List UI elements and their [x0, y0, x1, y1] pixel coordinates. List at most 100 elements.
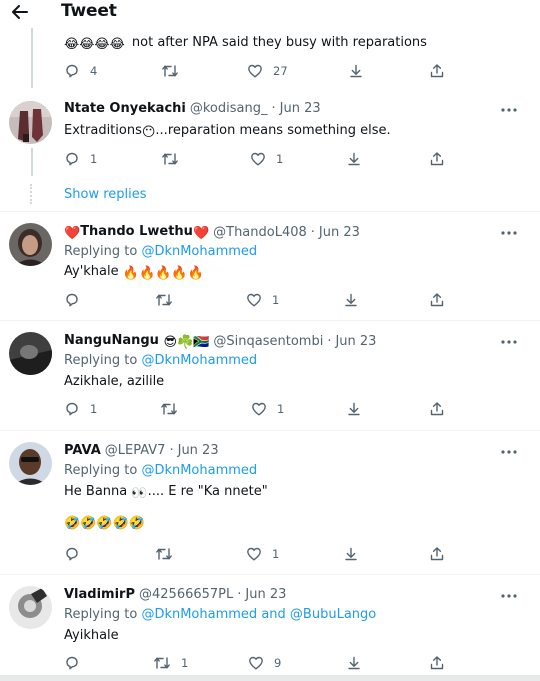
retweet-icon [162, 153, 178, 165]
bookmark-button[interactable] [343, 546, 359, 562]
replying-to: Replying to @DknMohammed and @BubuLango [64, 607, 377, 622]
more-button[interactable] [500, 589, 518, 603]
avatar[interactable] [9, 332, 52, 375]
user-handle[interactable]: @42566657PL [139, 587, 233, 602]
retweet-button[interactable] [155, 546, 173, 562]
like-button[interactable]: 1 [246, 292, 279, 308]
tweet-date[interactable]: Jun 23 [178, 443, 219, 458]
bookmark-button[interactable] [346, 401, 362, 417]
mention-link[interactable]: @DknMohammed [141, 353, 257, 368]
tweet-emoji: 😶 [141, 125, 156, 140]
reply-button[interactable]: 4 [64, 63, 97, 79]
user-handle[interactable]: @ThandoL408 [213, 225, 307, 240]
tweet-text: 😂😂😂😂 not after NPA said they busy with r… [64, 35, 427, 52]
bookmark-icon [345, 293, 357, 307]
back-button[interactable] [10, 2, 30, 22]
like-button[interactable]: 27 [247, 63, 288, 79]
retweet-button[interactable] [161, 151, 179, 167]
reply-button[interactable] [64, 292, 80, 308]
like-icon [247, 547, 261, 561]
user-name[interactable]: VladimirP [64, 587, 135, 602]
reply-button[interactable] [64, 655, 80, 671]
like-button[interactable]: 1 [246, 546, 279, 562]
more-button[interactable] [500, 445, 518, 459]
tweet-header: NanguNangu 😎☘️🇿🇦 @Sinqasentombi · Jun 23 [64, 333, 376, 350]
reply-icon [66, 402, 78, 416]
share-button[interactable] [429, 63, 445, 79]
retweet-icon [161, 403, 177, 415]
mention-link[interactable]: @BubuLango [290, 607, 376, 622]
bookmark-button[interactable] [346, 655, 362, 671]
back-arrow-icon [12, 5, 28, 19]
tweet-date[interactable]: Jun 23 [280, 101, 321, 116]
avatar[interactable] [9, 586, 52, 629]
tweet-emoji: 🔥🔥🔥🔥🔥 [122, 266, 204, 281]
like-count: 1 [276, 152, 284, 166]
more-button[interactable] [500, 103, 518, 117]
reply-icon [66, 547, 78, 561]
like-count: 1 [272, 547, 280, 561]
retweet-button[interactable] [161, 63, 179, 79]
share-button[interactable] [429, 655, 445, 671]
retweet-button[interactable] [155, 292, 173, 308]
reply-button[interactable] [64, 546, 80, 562]
user-handle[interactable]: @LEPAV7 [105, 443, 166, 458]
like-button[interactable]: 1 [250, 151, 283, 167]
retweet-button[interactable] [160, 401, 178, 417]
retweet-icon [156, 294, 172, 306]
like-count: 1 [277, 402, 285, 416]
share-button[interactable] [429, 546, 445, 562]
divider [0, 320, 540, 321]
more-icon [501, 231, 517, 235]
bookmark-button[interactable] [348, 63, 364, 79]
mention-link[interactable]: @DknMohammed [141, 463, 257, 478]
bookmark-button[interactable] [346, 151, 362, 167]
tweet-date[interactable]: Jun 23 [335, 334, 376, 349]
user-name[interactable]: PAVA [64, 443, 101, 458]
user-handle[interactable]: @Sinqasentombi [213, 334, 323, 349]
mention-link[interactable]: @DknMohammed [141, 244, 257, 259]
share-button[interactable] [429, 292, 445, 308]
show-replies-link[interactable]: Show replies [64, 187, 147, 202]
like-icon [252, 402, 266, 416]
and-text: and [261, 607, 286, 622]
reply-icon [66, 293, 78, 307]
tweet-text: Ayikhale [64, 628, 119, 643]
tweet-date[interactable]: Jun 23 [319, 225, 360, 240]
bookmark-button[interactable] [343, 292, 359, 308]
tweet-header: VladimirP @42566657PL · Jun 23 [64, 587, 286, 602]
share-button[interactable] [429, 401, 445, 417]
user-name[interactable]: NanguNangu 😎☘️🇿🇦 [64, 333, 209, 350]
thread-line [31, 28, 33, 88]
bottom-edge [0, 675, 540, 681]
like-count: 1 [272, 293, 280, 307]
like-button[interactable]: 1 [251, 401, 284, 417]
bookmark-icon [348, 152, 360, 166]
avatar[interactable] [9, 101, 52, 144]
user-handle[interactable]: @kodisang_ [190, 101, 268, 116]
separator-dot: · [237, 587, 242, 602]
header-bar: Tweet [0, 0, 540, 28]
retweet-button[interactable]: 1 [153, 655, 188, 671]
like-icon [251, 152, 265, 166]
more-button[interactable] [500, 335, 518, 349]
reply-button[interactable]: 1 [64, 151, 97, 167]
tweet-date[interactable]: Jun 23 [245, 587, 286, 602]
share-button[interactable] [429, 151, 445, 167]
avatar[interactable] [9, 223, 52, 266]
separator-dot: · [310, 225, 315, 240]
avatar[interactable] [9, 442, 52, 485]
share-icon [430, 64, 444, 78]
more-button[interactable] [500, 226, 518, 240]
divider [0, 430, 540, 431]
divider [0, 211, 540, 212]
replying-to: Replying to @DknMohammed [64, 463, 258, 478]
like-button[interactable]: 9 [248, 655, 281, 671]
retweet-icon [154, 657, 170, 669]
bookmark-icon [348, 402, 360, 416]
share-icon [430, 293, 444, 307]
mention-link[interactable]: @DknMohammed [141, 607, 257, 622]
reply-button[interactable]: 1 [64, 401, 97, 417]
user-name[interactable]: Ntate Onyekachi [64, 101, 186, 116]
user-name[interactable]: ❤️Thando Lwethu❤️ [64, 224, 209, 241]
